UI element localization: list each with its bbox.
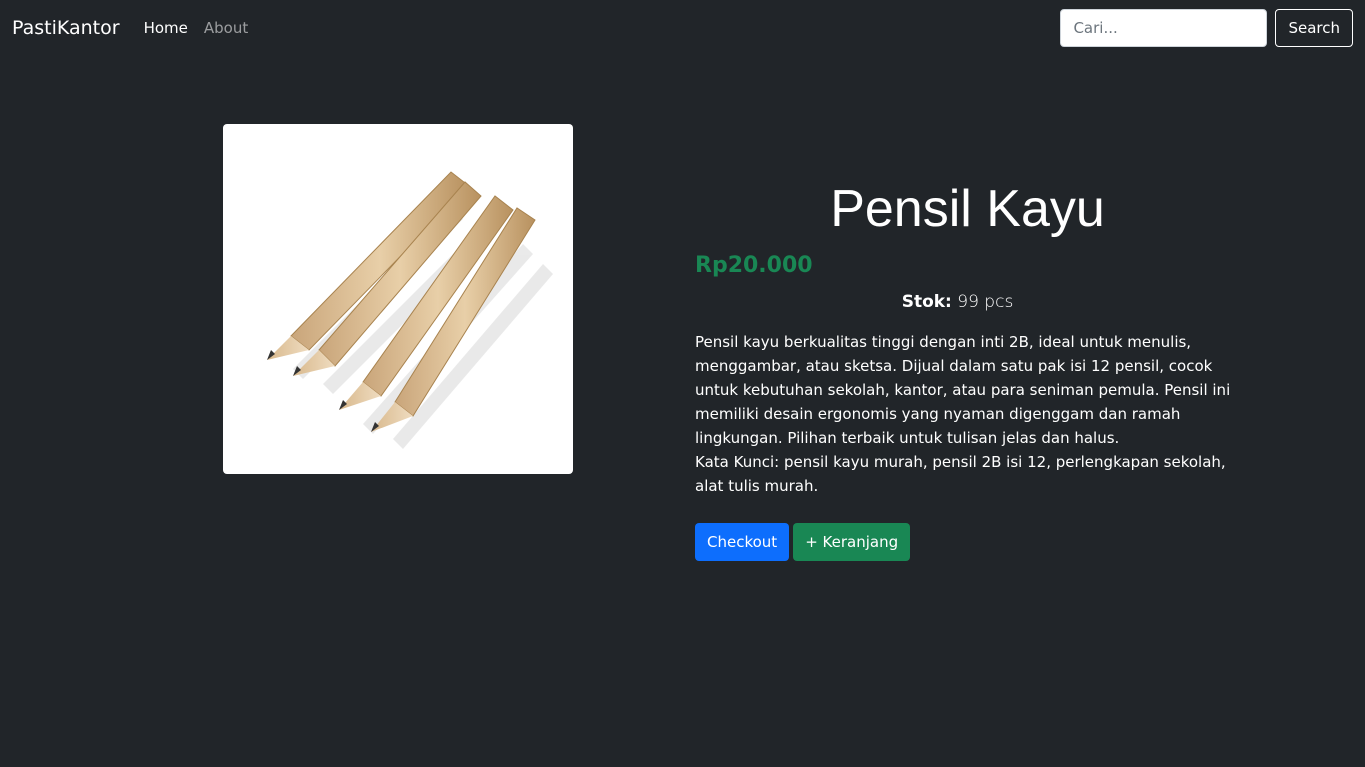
- stock-label: Stok:: [901, 292, 952, 312]
- navbar: PastiKantor Home About Search: [0, 0, 1365, 57]
- nav-links: Home About: [144, 21, 249, 36]
- search-form: Search: [1060, 9, 1353, 47]
- product-actions: Checkout + Keranjang: [695, 523, 1240, 561]
- stock-value: 99 pcs: [957, 292, 1014, 312]
- nav-link-about[interactable]: About: [204, 21, 248, 36]
- product-stock: Stok: 99 pcs: [695, 290, 1240, 314]
- product-price: Rp20.000: [695, 253, 813, 278]
- search-button[interactable]: Search: [1275, 9, 1353, 47]
- product-title: Pensil Kayu: [830, 180, 1105, 238]
- nav-link-home[interactable]: Home: [144, 21, 188, 36]
- product-image: [223, 124, 573, 474]
- brand-link[interactable]: PastiKantor: [12, 19, 120, 38]
- checkout-button[interactable]: Checkout: [695, 523, 790, 561]
- product-description: Pensil kayu berkualitas tinggi dengan in…: [695, 330, 1235, 498]
- keywords-text: Kata Kunci: pensil kayu murah, pensil 2B…: [695, 453, 1226, 495]
- search-input[interactable]: [1060, 9, 1268, 47]
- pencils-image: [267, 171, 553, 449]
- product-details: Pensil Kayu Rp20.000 Stok: 99 pcs Pensil…: [695, 170, 1240, 561]
- add-to-cart-button[interactable]: + Keranjang: [793, 523, 911, 561]
- description-text: Pensil kayu berkualitas tinggi dengan in…: [695, 333, 1231, 447]
